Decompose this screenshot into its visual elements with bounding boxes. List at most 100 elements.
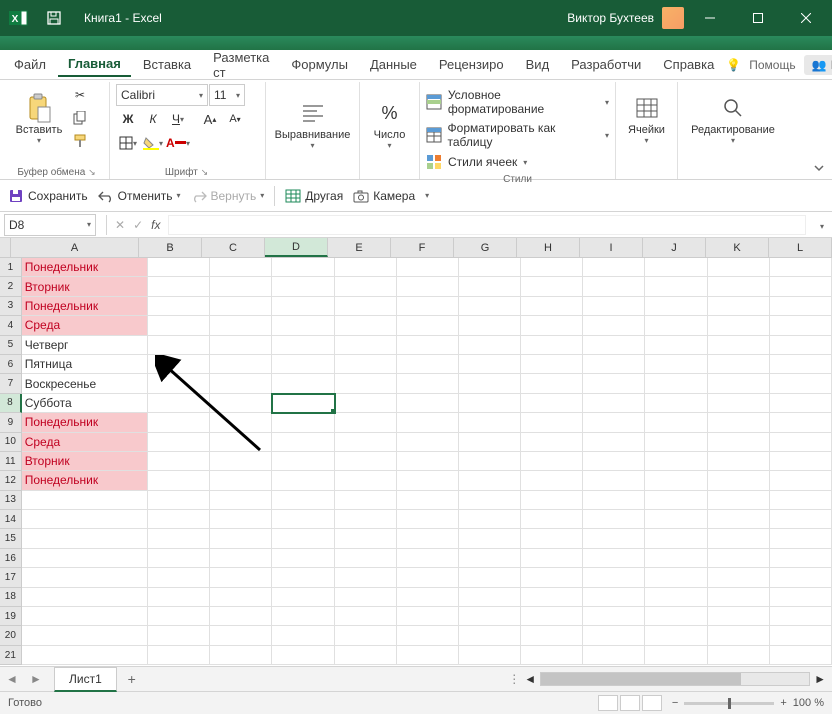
cell[interactable] [272, 646, 334, 665]
cell[interactable] [335, 355, 397, 374]
cell[interactable] [397, 277, 459, 296]
cell[interactable] [770, 297, 832, 316]
cell[interactable] [770, 529, 832, 548]
column-header[interactable]: F [391, 238, 454, 257]
cell[interactable] [210, 549, 272, 568]
cell[interactable] [770, 277, 832, 296]
cell[interactable] [272, 413, 334, 432]
cell[interactable] [397, 568, 459, 587]
cell[interactable] [521, 394, 583, 413]
cell[interactable] [770, 510, 832, 529]
cell[interactable] [583, 510, 645, 529]
cell[interactable] [708, 646, 770, 665]
cell[interactable] [521, 297, 583, 316]
cell[interactable] [645, 588, 707, 607]
cell[interactable] [583, 452, 645, 471]
maximize-button[interactable] [736, 0, 780, 36]
cell[interactable] [645, 258, 707, 277]
dialog-launcher-icon[interactable]: ↘ [201, 167, 211, 177]
cell[interactable] [583, 471, 645, 490]
cell[interactable] [708, 277, 770, 296]
column-header[interactable]: C [202, 238, 265, 257]
cell[interactable] [645, 297, 707, 316]
cell[interactable] [148, 646, 210, 665]
close-button[interactable] [784, 0, 828, 36]
cell[interactable] [272, 626, 334, 645]
cell[interactable] [770, 258, 832, 277]
row-header[interactable]: 19 [0, 607, 22, 626]
cell[interactable] [521, 413, 583, 432]
row-header[interactable]: 13 [0, 491, 22, 510]
select-all-corner[interactable] [0, 238, 11, 258]
row-header[interactable]: 3 [0, 297, 22, 316]
cell[interactable]: Воскресенье [22, 374, 148, 393]
cell[interactable] [645, 316, 707, 335]
qat-camera[interactable]: Камера [353, 189, 415, 203]
cell[interactable] [708, 355, 770, 374]
cell[interactable] [583, 316, 645, 335]
minimize-button[interactable] [688, 0, 732, 36]
cell[interactable] [708, 626, 770, 645]
cell[interactable] [645, 413, 707, 432]
name-box[interactable]: D8▾ [4, 214, 96, 236]
add-sheet-button[interactable]: + [117, 671, 147, 687]
cell[interactable] [770, 471, 832, 490]
cell[interactable] [335, 607, 397, 626]
cell[interactable] [583, 626, 645, 645]
expand-formula-bar[interactable]: ▾ [812, 218, 832, 232]
cell[interactable]: Вторник [22, 452, 148, 471]
share-button[interactable]: 👥 Поделиться [804, 55, 832, 75]
cell[interactable] [335, 394, 397, 413]
cell[interactable] [583, 549, 645, 568]
format-painter-button[interactable] [68, 130, 92, 152]
cell[interactable] [583, 413, 645, 432]
cell[interactable] [583, 529, 645, 548]
cell[interactable] [708, 316, 770, 335]
column-header[interactable]: D [265, 238, 328, 257]
cell[interactable] [210, 510, 272, 529]
cell[interactable] [272, 607, 334, 626]
cell[interactable] [459, 646, 521, 665]
cell[interactable] [148, 471, 210, 490]
cell[interactable] [645, 491, 707, 510]
cell[interactable] [708, 297, 770, 316]
cell[interactable] [210, 568, 272, 587]
cell[interactable] [521, 491, 583, 510]
cell[interactable] [583, 588, 645, 607]
cell[interactable] [645, 336, 707, 355]
cell[interactable] [645, 374, 707, 393]
cell[interactable] [397, 529, 459, 548]
cell[interactable] [708, 258, 770, 277]
cell[interactable] [521, 626, 583, 645]
cell[interactable] [210, 471, 272, 490]
cell[interactable] [272, 336, 334, 355]
cell[interactable]: Среда [22, 316, 148, 335]
bold-button[interactable]: Ж [116, 108, 140, 130]
number-button[interactable]: % Число ▾ [366, 90, 413, 160]
cell[interactable] [272, 549, 334, 568]
font-size-select[interactable]: 11▾ [209, 84, 245, 106]
zoom-slider[interactable] [684, 702, 774, 705]
cell[interactable]: Пятница [22, 355, 148, 374]
cell[interactable] [272, 452, 334, 471]
cell[interactable]: Понедельник [22, 413, 148, 432]
cell[interactable] [397, 316, 459, 335]
cell[interactable] [22, 549, 148, 568]
cell[interactable] [335, 510, 397, 529]
conditional-formatting-button[interactable]: Условное форматирование▾ [426, 86, 609, 118]
cell[interactable] [272, 374, 334, 393]
cell[interactable] [521, 607, 583, 626]
cell[interactable] [645, 607, 707, 626]
row-header[interactable]: 18 [0, 588, 22, 607]
row-header[interactable]: 16 [0, 549, 22, 568]
cell[interactable] [770, 394, 832, 413]
cell[interactable] [459, 433, 521, 452]
cancel-icon[interactable]: ✕ [115, 218, 125, 232]
cell[interactable] [210, 529, 272, 548]
column-header[interactable]: E [328, 238, 391, 257]
qat-other[interactable]: Другая [285, 189, 343, 203]
cell[interactable]: Вторник [22, 277, 148, 296]
cell[interactable] [210, 258, 272, 277]
cell[interactable]: Понедельник [22, 258, 148, 277]
cell[interactable] [521, 471, 583, 490]
